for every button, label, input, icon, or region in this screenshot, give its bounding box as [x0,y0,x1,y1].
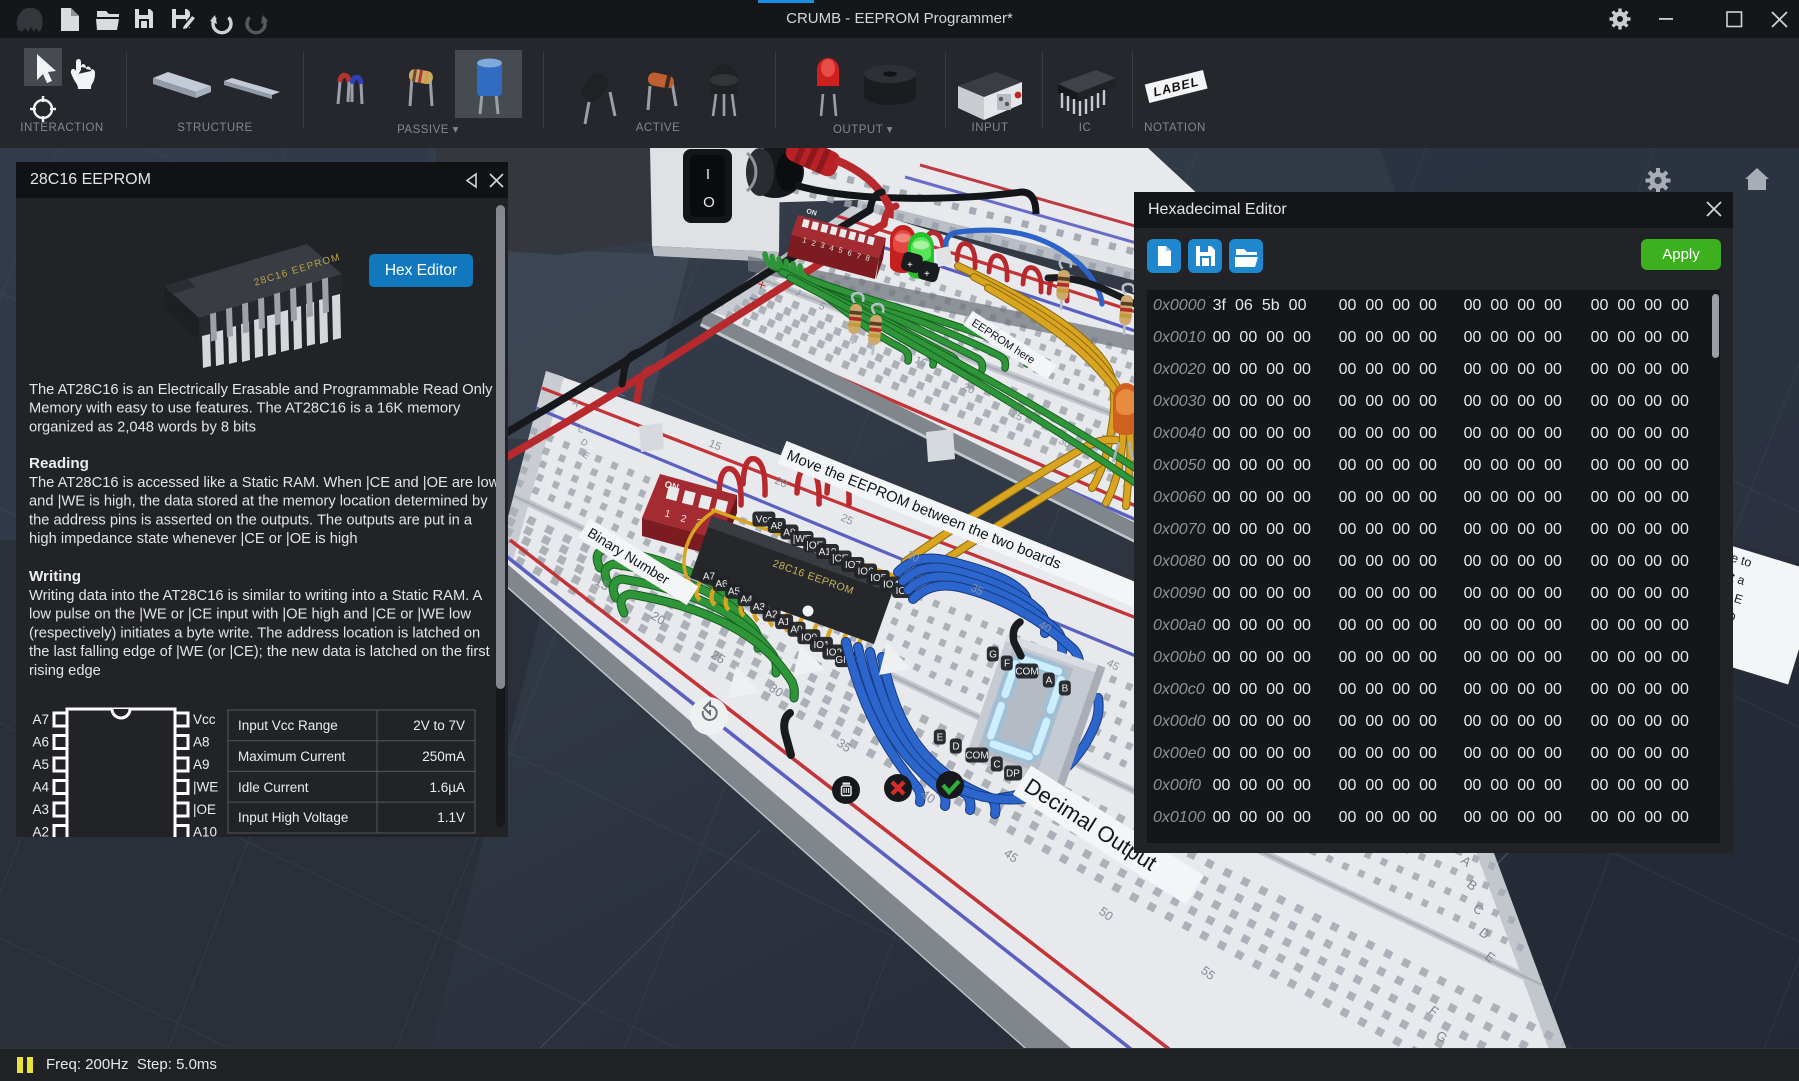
svg-text:O: O [703,194,715,211]
svg-text:Input Vcc Range: Input Vcc Range [238,718,338,733]
svg-text:The AT28C16 is an Electrically: The AT28C16 is an Electrically Erasable … [29,382,493,398]
svg-text:A3: A3 [32,802,49,817]
svg-text:2V to 7V: 2V to 7V [413,718,465,733]
svg-text:Writing: Writing [29,568,81,585]
svg-text:A7: A7 [32,712,49,727]
svg-text:E: E [937,733,944,744]
svg-text:Memory with easy to use featur: Memory with easy to use features. The AT… [29,401,461,417]
svg-text:COM: COM [965,751,988,762]
svg-text:Vcc: Vcc [193,712,216,727]
svg-text:organized as 2,048 words by 8: organized as 2,048 words by 8 bits [29,419,256,435]
svg-text:COM: COM [1015,667,1038,678]
svg-text:F: F [1004,659,1010,670]
svg-text:high impedance state whenever: high impedance state whenever |CE or |OE… [29,531,357,547]
svg-text:(respectively) initiates a byt: (respectively) initiates a byte write. T… [29,625,480,641]
svg-text:|WE: |WE [193,780,218,795]
svg-text:I: I [706,166,710,183]
svg-text:Input High Voltage: Input High Voltage [238,810,348,825]
svg-text:rising edge: rising edge [29,663,101,679]
svg-text:1.6µA: 1.6µA [429,780,465,795]
svg-text:A10: A10 [193,825,217,838]
svg-text:G: G [989,650,997,661]
svg-text:C: C [993,760,1000,771]
svg-text:The AT28C16 is accessed like a: The AT28C16 is accessed like a Static RA… [29,475,500,491]
svg-text:1.1V: 1.1V [437,810,465,825]
svg-text:Writing data into the AT28C16: Writing data into the AT28C16 is similar… [29,588,483,604]
svg-text:+: + [924,269,930,280]
svg-text:A5: A5 [32,757,49,772]
svg-text:DP: DP [1006,769,1020,780]
svg-text:+: + [907,260,913,271]
svg-text:the last falling edge of |WE (: the last falling edge of |WE (or |CE); t… [29,644,490,660]
svg-text:A2: A2 [32,825,49,838]
svg-text:A9: A9 [193,757,210,772]
svg-text:Maximum Current: Maximum Current [238,749,346,764]
svg-text:A: A [1046,676,1053,687]
svg-text:B: B [1062,684,1069,695]
svg-text:A8: A8 [193,735,210,750]
svg-text:A4: A4 [32,780,49,795]
svg-text:the address pins is asserted o: the address pins is asserted on the outp… [29,512,473,528]
svg-text:|OE: |OE [193,802,216,817]
svg-text:low pulse on the |WE or |CE in: low pulse on the |WE or |CE input with |… [29,607,471,623]
svg-text:D: D [952,742,959,753]
svg-text:Reading: Reading [29,455,89,472]
svg-text:and |WE is high, the data stor: and |WE is high, the data stored at the … [29,494,488,510]
svg-text:Idle Current: Idle Current [238,780,309,795]
svg-text:250mA: 250mA [422,749,465,764]
svg-text:A6: A6 [32,735,49,750]
